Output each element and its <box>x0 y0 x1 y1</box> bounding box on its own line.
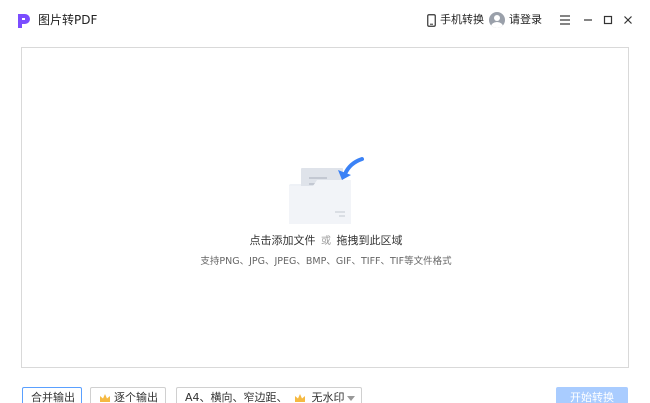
merge-output-label: 合并输出 <box>31 391 75 403</box>
page-settings-dropdown[interactable]: A4、横向、窄边距、 无水印 <box>176 387 362 403</box>
single-output-option[interactable]: 逐个输出 <box>90 387 166 403</box>
merge-output-option[interactable]: 合并输出 <box>22 387 82 403</box>
crown-icon <box>100 394 110 402</box>
hamburger-icon <box>560 15 570 25</box>
paper-settings-label: A4、横向、窄边距、 <box>185 391 288 403</box>
file-drop-zone[interactable]: 点击添加文件 或 拖拽到此区域 支持PNG、JPG、JPEG、BMP、GIF、T… <box>21 47 629 368</box>
app-logo-icon <box>18 14 30 28</box>
close-icon <box>624 16 632 24</box>
mobile-convert-button[interactable]: 手机转换 <box>427 12 484 28</box>
chevron-down-icon <box>347 396 355 401</box>
maximize-icon <box>603 15 613 25</box>
avatar-icon <box>489 12 505 28</box>
watermark-label: 无水印 <box>311 391 345 403</box>
minimize-button[interactable] <box>578 10 598 30</box>
minimize-icon <box>584 19 592 21</box>
login-button[interactable]: 请登录 <box>489 12 542 28</box>
close-button[interactable] <box>618 10 638 30</box>
add-file-folder-icon <box>289 157 364 224</box>
drop-instruction: 点击添加文件 或 拖拽到此区域 <box>22 234 630 249</box>
phone-icon <box>427 13 436 27</box>
single-output-label: 逐个输出 <box>114 391 158 403</box>
bottom-options-bar: 合并输出 逐个输出 A4、横向、窄边距、 无水印 开始转换 <box>0 387 650 403</box>
click-add-text: 点击添加文件 <box>249 234 316 247</box>
supported-formats-text: 支持PNG、JPG、JPEG、BMP、GIF、TIFF、TIF等文件格式 <box>200 256 452 267</box>
crown-icon <box>294 394 305 402</box>
mobile-convert-label: 手机转换 <box>440 13 484 26</box>
or-text: 或 <box>321 236 331 247</box>
start-convert-button[interactable]: 开始转换 <box>556 387 628 403</box>
title-bar: 图片转PDF 手机转换 请登录 <box>0 0 650 40</box>
maximize-button[interactable] <box>598 10 618 30</box>
menu-button[interactable] <box>555 10 575 30</box>
drag-here-text: 拖拽到此区域 <box>336 234 403 247</box>
login-label: 请登录 <box>509 13 542 26</box>
app-title: 图片转PDF <box>38 13 98 27</box>
